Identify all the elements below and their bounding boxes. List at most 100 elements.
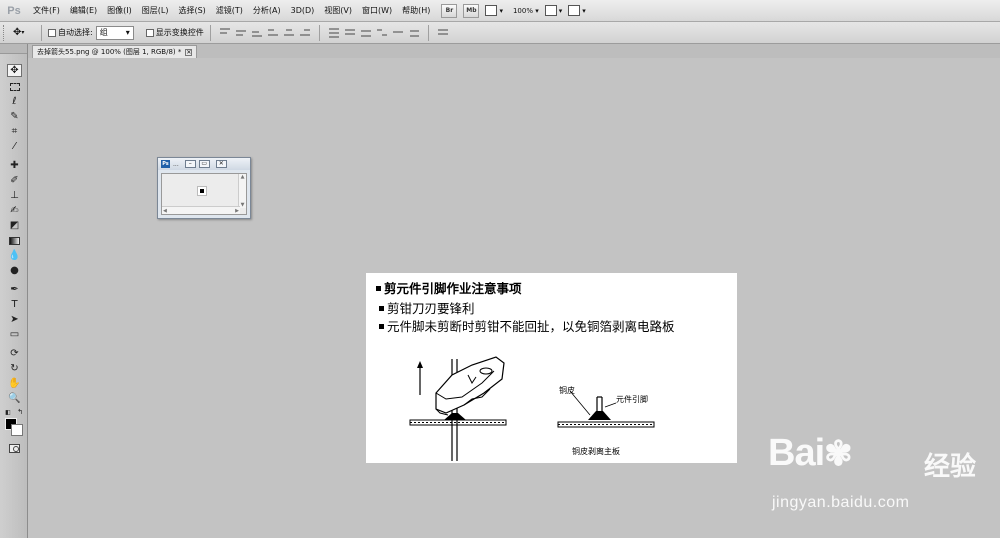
menu-select[interactable]: 选择(S) bbox=[173, 5, 210, 16]
screen-mode-icon bbox=[568, 5, 581, 16]
quick-mask-icon[interactable] bbox=[9, 444, 20, 453]
menu-view[interactable]: 视图(V) bbox=[319, 5, 357, 16]
scroll-left-icon[interactable]: ◀ bbox=[163, 208, 167, 214]
scroll-right-icon[interactable]: ▶ bbox=[235, 208, 239, 214]
up-arrow-icon bbox=[417, 361, 423, 395]
zoom-tool-icon[interactable]: 🔍 bbox=[7, 392, 22, 405]
document-canvas[interactable]: 剪元件引脚作业注意事项 剪钳刀刃要锋利 元件脚未剪断时剪钳不能回扯，以免铜箔剥离… bbox=[366, 273, 737, 463]
scroll-down-icon[interactable]: ▼ bbox=[241, 202, 245, 208]
vertical-scrollbar[interactable]: ▲ ▼ bbox=[238, 174, 246, 208]
floating-document-window[interactable]: Ps ... – ▭ ✕ ▲ ▼ ◀ ▶ bbox=[157, 157, 251, 219]
baidu-watermark-logo: Bai✾ bbox=[768, 432, 853, 475]
close-icon[interactable]: ✕ bbox=[185, 48, 193, 56]
watermark-brand: Bai bbox=[768, 432, 825, 474]
chevron-down-icon: ▾ bbox=[21, 29, 25, 36]
menu-file[interactable]: 文件(F) bbox=[28, 5, 65, 16]
history-brush-tool-icon[interactable]: ✍ bbox=[7, 204, 22, 217]
chevron-down-icon: ▾ bbox=[125, 28, 130, 37]
crop-tool-icon[interactable]: ⌗ bbox=[7, 125, 22, 138]
quick-selection-tool-icon[interactable]: ✎ bbox=[7, 110, 22, 123]
hand-tool-icon[interactable]: ✋ bbox=[7, 377, 22, 390]
distribute-left-icon[interactable] bbox=[376, 27, 388, 38]
floating-window-canvas[interactable]: ▲ ▼ ◀ ▶ bbox=[161, 173, 247, 215]
type-tool-icon[interactable]: T bbox=[7, 298, 22, 311]
3d-rotate-tool-icon[interactable]: ⟳ bbox=[7, 347, 22, 360]
canvas-heading: 剪元件引脚作业注意事项 bbox=[376, 278, 522, 297]
checkbox-box bbox=[145, 28, 154, 37]
show-transform-controls-label: 显示变换控件 bbox=[155, 28, 204, 37]
menu-layer[interactable]: 图层(L) bbox=[137, 5, 174, 16]
cutter-pliers-icon bbox=[435, 356, 505, 416]
zoom-level-dropdown[interactable]: 100% ▾ bbox=[513, 7, 539, 15]
screen-mode-dropdown[interactable]: ▾ bbox=[568, 4, 586, 18]
clone-stamp-tool-icon[interactable]: ⊥ bbox=[7, 189, 22, 202]
divider bbox=[318, 24, 320, 41]
menu-analysis[interactable]: 分析(A) bbox=[248, 5, 286, 16]
swap-colors-icon[interactable]: ↰ bbox=[16, 406, 24, 419]
pen-tool-icon[interactable]: ✒ bbox=[7, 283, 22, 296]
horizontal-scrollbar[interactable]: ◀ ▶ bbox=[162, 206, 240, 214]
mini-bridge-button[interactable]: Mb bbox=[463, 3, 480, 18]
marquee-tool-icon[interactable] bbox=[7, 80, 22, 93]
align-bottom-icon[interactable] bbox=[251, 27, 263, 38]
auto-select-label: 自动选择: bbox=[58, 28, 93, 37]
auto-select-checkbox[interactable]: 自动选择: bbox=[48, 27, 93, 38]
bridge-button[interactable]: Br bbox=[441, 3, 458, 18]
move-tool-icon[interactable]: ✥ bbox=[7, 64, 22, 77]
align-horizontal-center-icon[interactable] bbox=[283, 27, 295, 38]
bullet-square bbox=[379, 324, 384, 329]
auto-align-layers-icon[interactable] bbox=[437, 27, 449, 38]
distribute-right-icon[interactable] bbox=[408, 27, 420, 38]
menu-3d[interactable]: 3D(D) bbox=[286, 6, 320, 15]
document-tab[interactable]: 去掉箭头55.png @ 100% (图层 1, RGB/8) * ✕ bbox=[32, 45, 198, 58]
path-selection-tool-icon[interactable]: ➤ bbox=[7, 313, 22, 326]
rectangle-tool-icon[interactable]: ▭ bbox=[7, 328, 22, 341]
bullet-square bbox=[376, 286, 381, 291]
align-right-icon[interactable] bbox=[299, 27, 311, 38]
floating-window-title: ... bbox=[173, 160, 179, 168]
tools-panel-header[interactable] bbox=[0, 44, 27, 54]
view-extras-dropdown[interactable]: ▾ bbox=[485, 4, 503, 18]
zoom-level-value: 100% bbox=[512, 6, 533, 15]
auto-select-target-dropdown[interactable]: 组 ▾ bbox=[95, 25, 134, 40]
align-left-icon[interactable] bbox=[267, 27, 279, 38]
scroll-up-icon[interactable]: ▲ bbox=[241, 174, 245, 180]
spot-healing-brush-icon[interactable]: ✚ bbox=[7, 159, 22, 172]
right-circuit-board bbox=[557, 411, 655, 428]
paw-icon: ✾ bbox=[824, 435, 852, 473]
3d-orbit-tool-icon[interactable]: ↻ bbox=[7, 362, 22, 375]
menu-help[interactable]: 帮助(H) bbox=[397, 5, 435, 16]
lasso-tool-icon[interactable]: ℓ bbox=[7, 95, 22, 108]
distribute-top-icon[interactable] bbox=[328, 27, 340, 38]
view-extras-icon bbox=[485, 5, 498, 16]
floating-window-titlebar[interactable]: Ps ... – ▭ ✕ bbox=[158, 158, 250, 170]
canvas-bullet-text: 剪钳刀刃要锋利 bbox=[387, 301, 475, 316]
show-transform-controls-checkbox[interactable]: 显示变换控件 bbox=[145, 27, 204, 38]
blur-tool-icon[interactable]: 💧 bbox=[7, 249, 22, 262]
eyedropper-tool-icon[interactable]: ⁄ bbox=[7, 140, 22, 153]
tool-preset-picker[interactable]: ✥ ▾ bbox=[13, 27, 35, 38]
minimize-button[interactable]: – bbox=[184, 160, 196, 168]
options-grip[interactable] bbox=[3, 24, 7, 41]
eraser-tool-icon[interactable]: ◩ bbox=[7, 219, 22, 232]
background-color-swatch[interactable] bbox=[11, 424, 23, 436]
canvas-thumbnail-pixel bbox=[197, 186, 207, 196]
align-top-icon[interactable] bbox=[219, 27, 231, 38]
align-vertical-center-icon[interactable] bbox=[235, 27, 247, 38]
chevron-down-icon: ▾ bbox=[532, 6, 539, 15]
distribute-bottom-icon[interactable] bbox=[360, 27, 372, 38]
brush-tool-icon[interactable]: ✐ bbox=[7, 174, 22, 187]
arrange-documents-dropdown[interactable]: ▾ bbox=[544, 4, 562, 18]
cutting-diagram bbox=[409, 356, 655, 461]
gradient-tool-icon[interactable] bbox=[7, 234, 22, 247]
distribute-vertical-center-icon[interactable] bbox=[344, 27, 356, 38]
menu-image[interactable]: 图像(I) bbox=[102, 5, 137, 16]
photoshop-logo: Ps bbox=[7, 4, 21, 17]
menu-window[interactable]: 窗口(W) bbox=[357, 5, 397, 16]
menu-edit[interactable]: 编辑(E) bbox=[65, 5, 102, 16]
distribute-horizontal-center-icon[interactable] bbox=[392, 27, 404, 38]
restore-button[interactable]: ▭ bbox=[198, 160, 210, 168]
close-button[interactable]: ✕ bbox=[215, 160, 227, 168]
dodge-tool-icon[interactable]: ● bbox=[7, 264, 22, 277]
menu-filter[interactable]: 滤镜(T) bbox=[211, 5, 248, 16]
